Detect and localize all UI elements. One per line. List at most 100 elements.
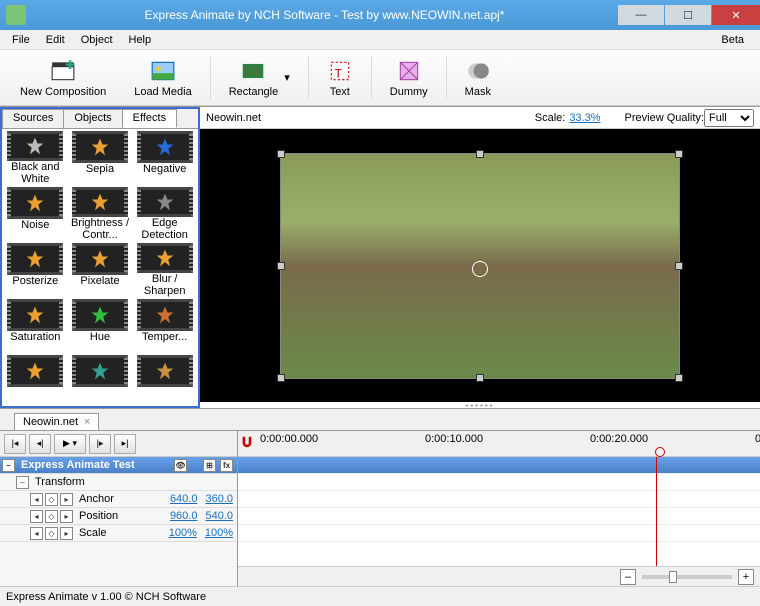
scale-value[interactable]: 33.3% (569, 112, 600, 124)
app-icon (6, 5, 26, 25)
next-frame-button[interactable]: |▸ (89, 434, 111, 454)
snap-magnet-icon[interactable] (240, 435, 254, 449)
maximize-button[interactable]: ☐ (665, 5, 711, 25)
separator (371, 56, 372, 100)
property-value[interactable]: 540.0 (201, 510, 237, 522)
collapse-toggle[interactable]: – (16, 476, 29, 489)
timeline-ruler[interactable]: 0:00:00.0000:00:10.0000:00:20.0000:00:30… (238, 431, 760, 457)
effect-item[interactable] (69, 355, 132, 406)
property-value[interactable]: 960.0 (166, 510, 202, 522)
handle-nw[interactable] (277, 150, 285, 158)
effect-item[interactable]: Posterize (4, 243, 67, 297)
effect-item[interactable] (4, 355, 67, 406)
prev-key-icon[interactable]: ◂ (30, 527, 43, 540)
fx-icon[interactable]: fx (220, 459, 233, 472)
layer-row[interactable]: – Express Animate Test 👁 ⊞ fx (0, 457, 237, 474)
effect-item[interactable]: Pixelate (69, 243, 132, 297)
zoom-knob[interactable] (669, 571, 677, 583)
effect-thumb (137, 243, 193, 273)
handle-n[interactable] (476, 150, 484, 158)
preview-media[interactable] (280, 153, 680, 379)
goto-end-button[interactable]: ▸| (114, 434, 136, 454)
menu-object[interactable]: Object (73, 34, 121, 46)
keyframe-icon[interactable]: ◇ (45, 527, 58, 540)
menu-edit[interactable]: Edit (38, 34, 73, 46)
splitter-horizontal[interactable]: ▪▪▪▪▪▪ (200, 402, 760, 408)
next-key-icon[interactable]: ▸ (60, 510, 73, 523)
handle-e[interactable] (675, 262, 683, 270)
track-tree: – Express Animate Test 👁 ⊞ fx – Transfor… (0, 457, 237, 586)
effect-item[interactable]: Hue (69, 299, 132, 353)
effect-item[interactable]: Blur / Sharpen (133, 243, 196, 297)
timeline-tracks[interactable] (238, 457, 760, 566)
chevron-down-icon[interactable]: ▾ (284, 71, 290, 84)
handle-se[interactable] (675, 374, 683, 382)
load-media-button[interactable]: Load Media (120, 52, 206, 104)
handle-sw[interactable] (277, 374, 285, 382)
close-tab-icon[interactable]: × (84, 416, 90, 428)
composition-tab[interactable]: Neowin.net × (14, 413, 99, 430)
playhead[interactable] (656, 457, 657, 566)
tab-effects[interactable]: Effects (122, 109, 177, 128)
dummy-button[interactable]: Dummy (376, 52, 442, 104)
property-row[interactable]: ◂◇▸Position960.0540.0 (0, 508, 237, 525)
property-name: Scale (75, 527, 165, 539)
effect-label: Temper... (142, 331, 187, 343)
beta-label[interactable]: Beta (713, 34, 752, 46)
property-value[interactable]: 100% (201, 527, 237, 539)
tab-sources[interactable]: Sources (2, 109, 64, 128)
keyframe-icon[interactable]: ◇ (45, 510, 58, 523)
rectangle-icon (240, 58, 266, 84)
transform-row[interactable]: – Transform (0, 474, 237, 491)
playhead-marker[interactable] (655, 447, 665, 457)
effect-item[interactable]: Noise (4, 187, 67, 241)
handle-s[interactable] (476, 374, 484, 382)
timeline-zoom: – + (238, 566, 760, 586)
zoom-out-button[interactable]: – (620, 569, 636, 585)
rectangle-button[interactable]: Rectangle ▾ (215, 52, 304, 104)
effect-label: Posterize (12, 275, 58, 287)
prev-frame-button[interactable]: ◂| (29, 434, 51, 454)
effects-grid: Black and WhiteSepiaNegative NoiseBrightn… (2, 129, 198, 406)
handle-ne[interactable] (675, 150, 683, 158)
zoom-slider[interactable] (642, 575, 732, 579)
effect-item[interactable]: Sepia (69, 131, 132, 185)
keyframe-icon[interactable]: ◇ (45, 493, 58, 506)
collapse-toggle[interactable]: – (2, 459, 15, 472)
handle-w[interactable] (277, 262, 285, 270)
prev-key-icon[interactable]: ◂ (30, 510, 43, 523)
tab-objects[interactable]: Objects (63, 109, 122, 128)
visibility-icon[interactable]: 👁 (174, 459, 187, 472)
text-icon: T (327, 58, 353, 84)
effect-item[interactable]: Negative (133, 131, 196, 185)
property-row[interactable]: ◂◇▸Anchor640.0360.0 (0, 491, 237, 508)
minimize-button[interactable]: — (618, 5, 664, 25)
text-button[interactable]: T Text (313, 52, 367, 104)
zoom-in-button[interactable]: + (738, 569, 754, 585)
preview-canvas[interactable] (200, 129, 760, 402)
effect-item[interactable]: Temper... (133, 299, 196, 353)
effect-item[interactable]: Black and White (4, 131, 67, 185)
menu-file[interactable]: File (4, 34, 38, 46)
effect-label: Edge Detection (133, 217, 196, 241)
menu-help[interactable]: Help (121, 34, 160, 46)
property-value[interactable]: 640.0 (166, 493, 202, 505)
effect-item[interactable]: Edge Detection (133, 187, 196, 241)
effects-toggle-icon[interactable]: ⊞ (203, 459, 216, 472)
property-value[interactable]: 360.0 (201, 493, 237, 505)
effect-item[interactable] (133, 355, 196, 406)
prev-key-icon[interactable]: ◂ (30, 493, 43, 506)
next-key-icon[interactable]: ▸ (60, 493, 73, 506)
property-row[interactable]: ◂◇▸Scale100%100% (0, 525, 237, 542)
new-composition-button[interactable]: ✚ New Composition (6, 52, 120, 104)
next-key-icon[interactable]: ▸ (60, 527, 73, 540)
property-value[interactable]: 100% (165, 527, 201, 539)
goto-start-button[interactable]: |◂ (4, 434, 26, 454)
preview-quality-select[interactable]: Full (704, 109, 754, 127)
close-button[interactable]: ✕ (712, 5, 760, 25)
mask-button[interactable]: Mask (451, 52, 505, 104)
composition-tabs: Neowin.net × (0, 409, 760, 431)
play-button[interactable]: ▶ ▾ (54, 434, 86, 454)
effect-item[interactable]: Saturation (4, 299, 67, 353)
effect-item[interactable]: Brightness / Contr... (69, 187, 132, 241)
